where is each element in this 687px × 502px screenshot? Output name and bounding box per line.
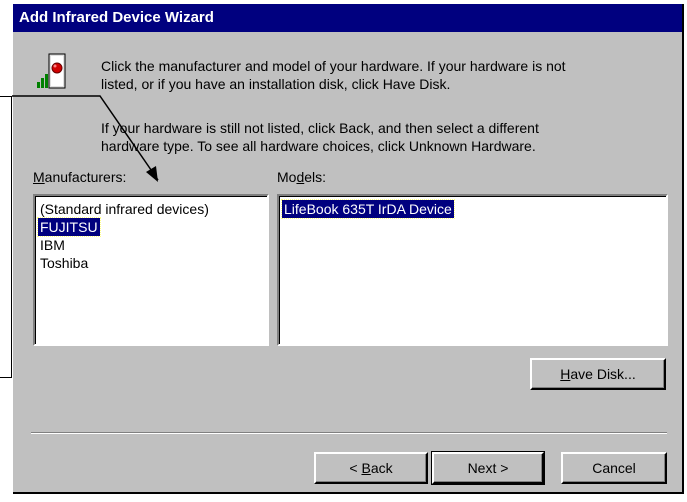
annotation-arrow [12, 95, 159, 182]
